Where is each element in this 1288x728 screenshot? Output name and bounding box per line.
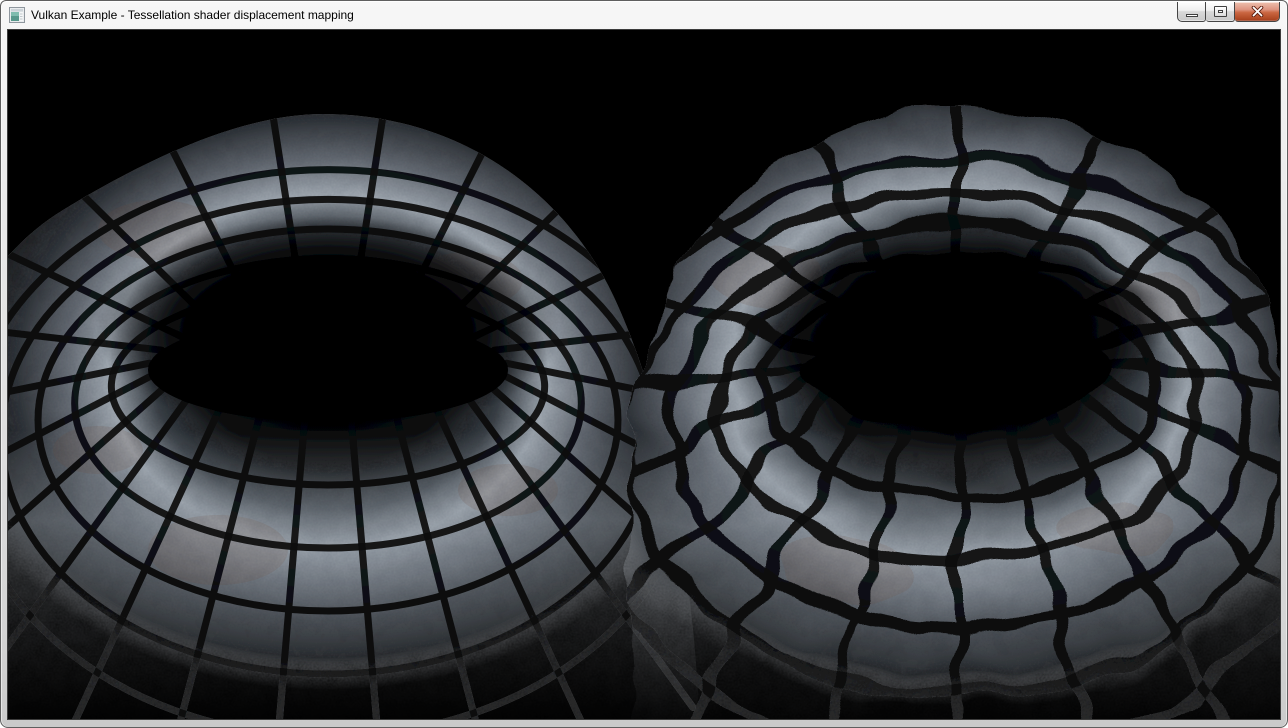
minimize-button[interactable] xyxy=(1177,2,1206,22)
window-controls xyxy=(1177,2,1280,22)
close-icon xyxy=(1251,6,1264,17)
minimize-icon xyxy=(1186,14,1198,17)
close-button[interactable] xyxy=(1235,2,1280,22)
window-titlebar[interactable]: Vulkan Example - Tessellation shader dis… xyxy=(2,2,1286,28)
render-canvas xyxy=(8,30,1280,719)
window-title: Vulkan Example - Tessellation shader dis… xyxy=(31,8,354,22)
maximize-button[interactable] xyxy=(1206,2,1235,22)
render-viewport[interactable] xyxy=(7,29,1281,720)
app-icon xyxy=(9,7,25,23)
app-window: Vulkan Example - Tessellation shader dis… xyxy=(0,0,1288,728)
maximize-icon xyxy=(1214,6,1227,17)
